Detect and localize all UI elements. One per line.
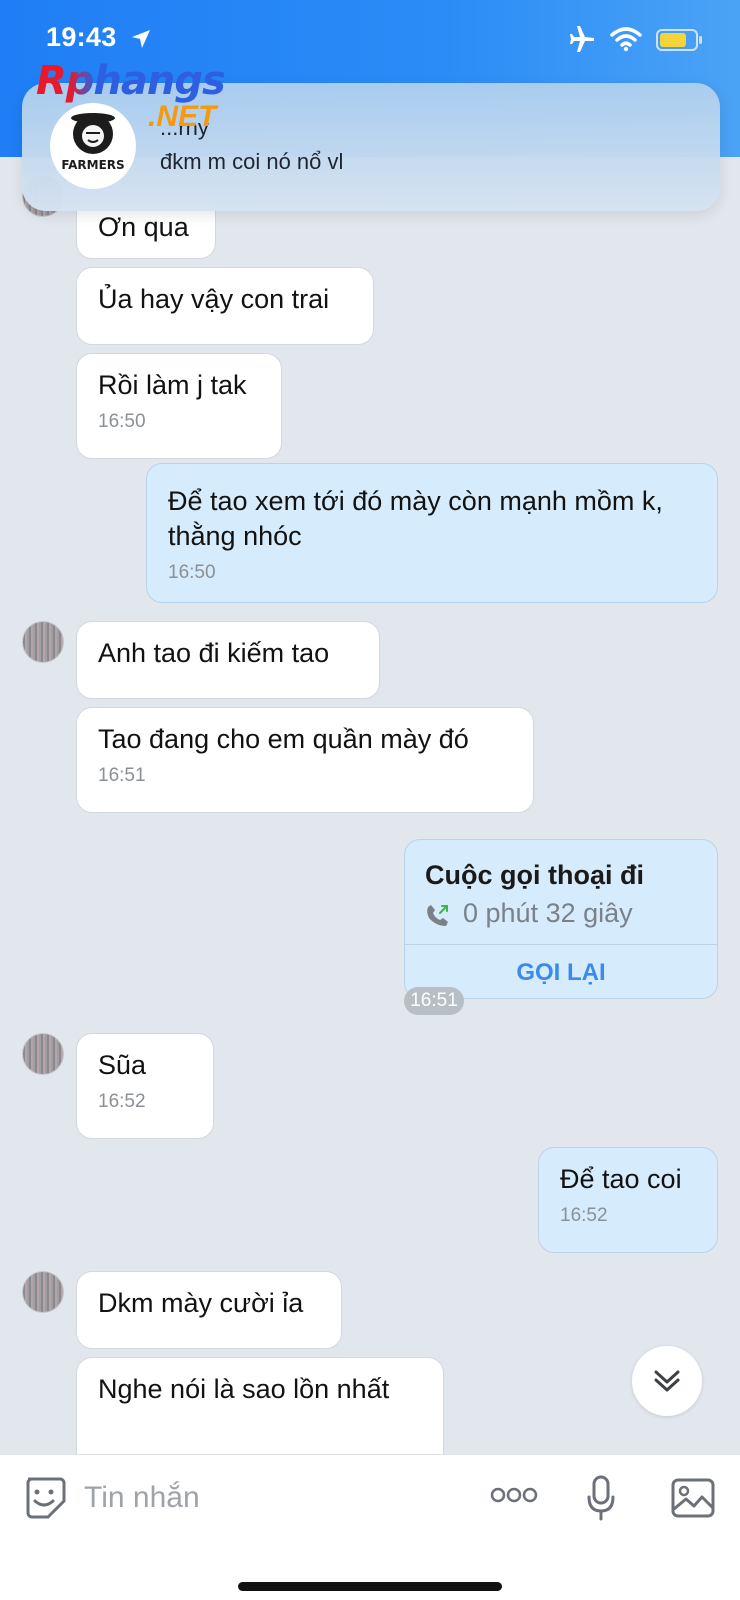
message-time: 16:52 [98,1091,146,1112]
message-bubble[interactable]: Nghe nói là sao lồn nhất [76,1357,444,1454]
message-bubble[interactable]: Tao đang cho em quần mày đó 16:51 [76,707,534,813]
message-text: Sũa [98,1050,147,1080]
message-time: 16:51 [98,765,146,786]
call-duration: 0 phút 32 giây [463,898,633,928]
call-title: Cuộc gọi thoại đi [425,860,644,890]
message-text: Tao đang cho em quần mày đó [98,724,469,754]
message-input[interactable] [84,1477,464,1519]
scroll-to-bottom-button[interactable] [632,1346,702,1416]
message-text: Để tao coi [560,1164,682,1194]
status-time: 19:43 [46,22,117,52]
outgoing-call-icon [427,905,448,926]
call-time-badge: 16:51 [404,987,464,1015]
message-text: Ơn qua [98,212,189,242]
message-composer [0,1454,740,1600]
message-time: 16:50 [98,411,146,432]
message-text: Để tao xem tới đó mày còn mạnh mồm k, th… [168,486,663,551]
message-text: Anh tao đi kiếm tao [98,638,330,668]
contact-avatar[interactable] [22,1033,64,1075]
contact-avatar[interactable] [22,621,64,663]
call-log-bubble[interactable]: Cuộc gọi thoại đi 0 phút 32 giây GỌI LẠI [404,839,718,999]
contact-avatar[interactable] [22,1271,64,1313]
message-bubble-outgoing[interactable]: Để tao coi 16:52 [538,1147,718,1253]
more-options-icon[interactable] [490,1485,538,1505]
message-text: Dkm mày cười ỉa [98,1288,304,1318]
watermark-main: Rphangs [36,58,226,104]
double-chevron-down-icon [654,1370,680,1392]
home-indicator[interactable] [238,1582,502,1591]
message-bubble[interactable]: Dkm mày cười ỉa [76,1271,342,1349]
message-time: 16:50 [168,562,216,583]
message-bubble[interactable]: Rồi làm j tak 16:50 [76,353,282,459]
message-text: Rồi làm j tak [98,370,247,400]
notification-avatar-label: FARMERS [61,158,124,172]
message-bubble[interactable]: Sũa 16:52 [76,1033,214,1139]
airplane-mode-icon [570,26,594,52]
image-gallery-icon[interactable] [670,1477,716,1519]
message-bubble[interactable]: Anh tao đi kiếm tao [76,621,380,699]
wifi-icon [610,27,642,52]
watermark-logo: Rphangs .NET [36,58,256,138]
notification-message: đkm m coi nó nổ vl [160,149,344,174]
microphone-icon[interactable] [586,1475,616,1523]
sticker-icon[interactable] [22,1475,66,1519]
message-time: 16:52 [560,1205,608,1226]
watermark-suffix: .NET [148,100,217,133]
message-text: Ủa hay vậy con trai [98,284,330,314]
location-arrow-icon [132,30,150,48]
message-text: Nghe nói là sao lồn nhất [98,1374,390,1404]
message-bubble[interactable]: Ủa hay vậy con trai [76,267,374,345]
battery-icon [656,29,702,51]
message-bubble-outgoing[interactable]: Để tao xem tới đó mày còn mạnh mồm k, th… [146,463,718,603]
chat-message-list[interactable]: Ơn qua Ủa hay vậy con trai Rồi làm j tak… [0,157,740,1454]
